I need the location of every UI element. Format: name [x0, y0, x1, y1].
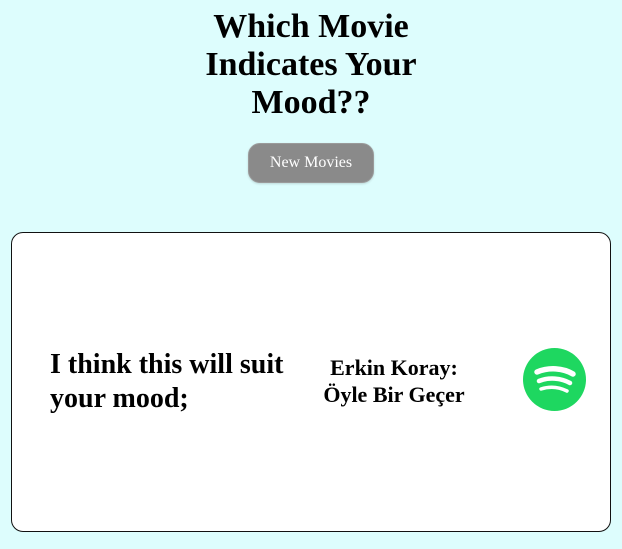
suggestion-text: I think this will suit your mood; — [50, 349, 284, 414]
page-title-line-2: Indicates Your — [205, 46, 417, 83]
mood-suggestion-card: I think this will suit your mood; Erkin … — [11, 232, 611, 532]
song-title: Öyle Bir Geçer — [323, 382, 465, 407]
page-title-line-1: Which Movie — [213, 8, 409, 45]
spotify-logo — [523, 348, 586, 411]
spotify-icon[interactable] — [523, 348, 586, 411]
song-info: Erkin Koray: Öyle Bir Geçer — [308, 354, 480, 408]
new-movies-button[interactable]: New Movies — [248, 143, 374, 183]
page-title-line-3: Mood?? — [251, 84, 371, 121]
page-title: Which Movie Indicates Your Mood?? — [0, 8, 622, 122]
song-artist: Erkin Koray: — [330, 355, 458, 380]
